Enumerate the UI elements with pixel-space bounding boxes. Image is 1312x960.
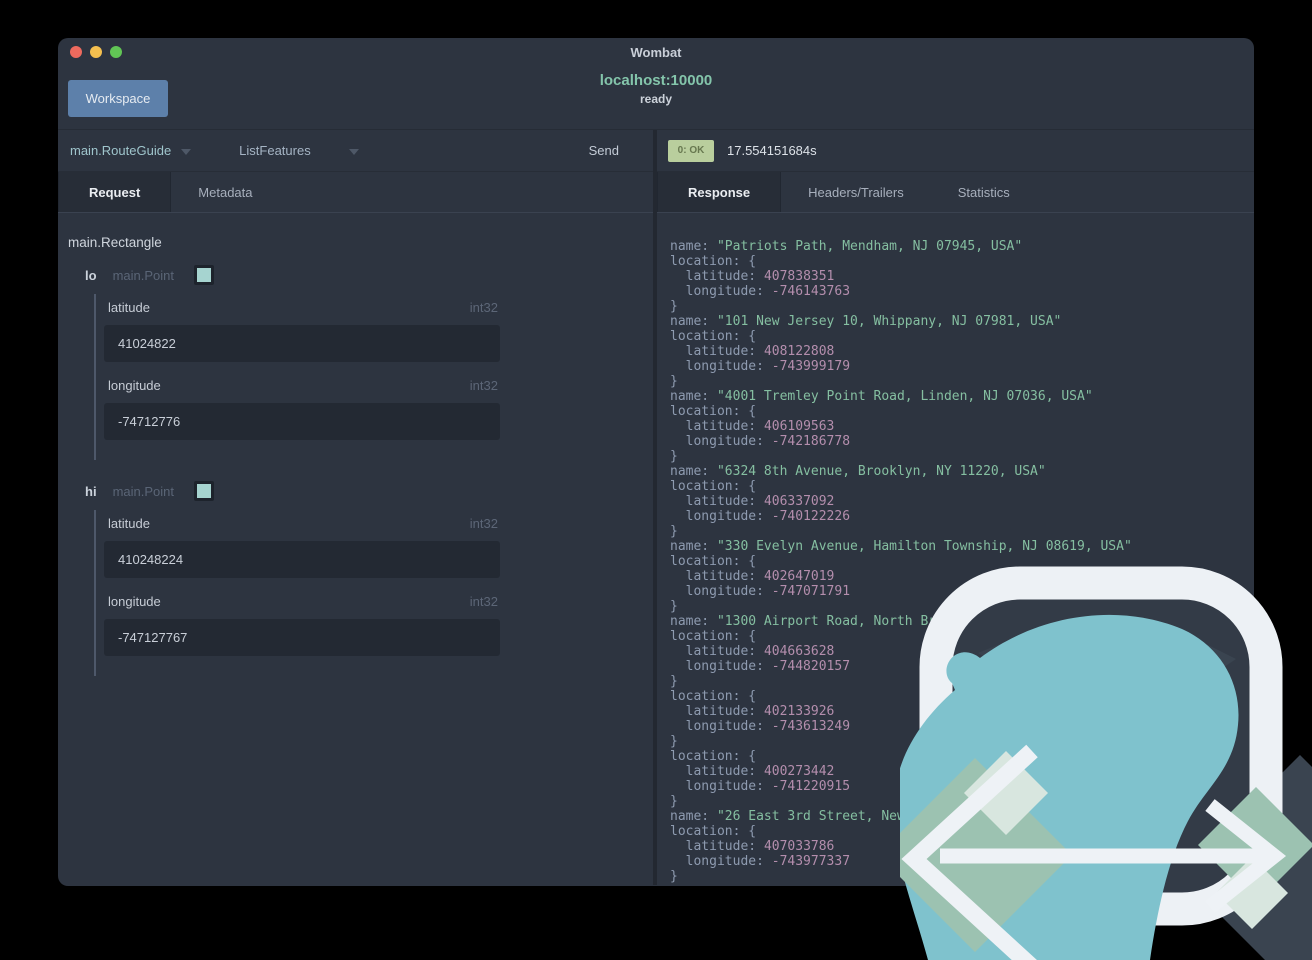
- header: Workspace localhost:10000 ready: [58, 66, 1254, 130]
- tab-headers-trailers[interactable]: Headers/Trailers: [781, 172, 931, 212]
- message-enabled-checkbox[interactable]: [193, 481, 214, 501]
- response-line: }: [670, 794, 678, 809]
- field-group-lo: lo main.Point latitude int32 41024822 lo…: [68, 264, 653, 460]
- field-label: latitude: [108, 516, 150, 531]
- response-line: name: "101 New Jersey 10, Whippany, NJ 0…: [670, 314, 1062, 329]
- field-scalar-type: int32: [469, 300, 498, 315]
- response-line: latitude: 402647019: [685, 569, 835, 584]
- field-label: longitude: [108, 594, 161, 609]
- field-scalar-type: int32: [469, 516, 498, 531]
- response-line: location: {: [670, 254, 757, 269]
- send-button[interactable]: Send: [589, 143, 619, 158]
- response-line: }: [670, 599, 678, 614]
- tab-request[interactable]: Request: [58, 172, 172, 212]
- response-line: location: {: [670, 629, 757, 644]
- response-line: location: {: [670, 329, 757, 344]
- response-line: longitude: -740122226: [685, 509, 851, 524]
- response-line: longitude: -744820157: [685, 659, 851, 674]
- response-duration: 17.554151684s: [727, 143, 817, 158]
- response-line: latitude: 407838351: [685, 269, 835, 284]
- response-line: name: "4001 Tremley Point Road, Linden, …: [670, 389, 1093, 404]
- response-line: latitude: 400273442: [685, 764, 835, 779]
- response-toolbar: 0: OK 17.554151684s: [657, 130, 1254, 172]
- response-line: longitude: -743613249: [685, 719, 851, 734]
- message-enabled-checkbox[interactable]: [193, 265, 214, 285]
- response-line: name: "1300 Airport Road, North Br: [670, 614, 937, 629]
- response-line: }: [670, 299, 678, 314]
- response-line: latitude: 404663628: [685, 644, 835, 659]
- response-line: location: {: [670, 404, 757, 419]
- chevron-down-icon: [348, 148, 359, 155]
- response-line: name: "26 East 3rd Street, New Pr: [670, 809, 929, 824]
- response-tabstrip: Response Headers/Trailers Statistics: [657, 172, 1254, 213]
- response-line: location: {: [670, 824, 757, 839]
- response-line: name: "6324 8th Avenue, Brooklyn, NY 112…: [670, 464, 1046, 479]
- tab-response[interactable]: Response: [657, 172, 782, 212]
- field-type: main.Point: [112, 483, 174, 499]
- latitude-input[interactable]: [104, 325, 500, 362]
- chevron-down-icon: [181, 148, 192, 155]
- latitude-input[interactable]: [104, 541, 500, 578]
- response-line: longitude: -743977337: [685, 854, 851, 869]
- request-form: main.Rectangle lo main.Point latitude in…: [58, 213, 653, 885]
- service-name: main.RouteGuide: [70, 143, 172, 158]
- method-name: ListFeatures: [239, 143, 311, 158]
- window-title: Wombat: [630, 45, 682, 60]
- response-line: }: [670, 374, 678, 389]
- field-label: longitude: [108, 378, 161, 393]
- field-name: hi: [85, 483, 97, 499]
- request-toolbar: main.RouteGuide ListFeatures Send: [58, 130, 653, 172]
- server-status: ready: [639, 92, 673, 106]
- response-line: latitude: 407033786: [685, 839, 835, 854]
- response-line: longitude: -742186778: [685, 434, 851, 449]
- desktop: Wombat Workspace localhost:10000 ready m…: [0, 0, 1312, 960]
- response-panel: 0: OK 17.554151684s Response Headers/Tra…: [657, 130, 1254, 885]
- response-line: longitude: -741220915: [685, 779, 851, 794]
- longitude-input[interactable]: [104, 403, 500, 440]
- response-line: name: "330 Evelyn Avenue, Hamilton Towns…: [670, 539, 1132, 554]
- response-line: longitude: -746143763: [685, 284, 851, 299]
- field-scalar-type: int32: [469, 594, 498, 609]
- response-line: location: {: [670, 554, 757, 569]
- field-label: latitude: [108, 300, 150, 315]
- request-tabstrip: Request Metadata: [58, 172, 653, 213]
- tab-statistics[interactable]: Statistics: [931, 172, 1037, 212]
- response-line: }: [670, 674, 678, 689]
- response-line: latitude: 406109563: [685, 419, 835, 434]
- response-line: }: [670, 524, 678, 539]
- longitude-input[interactable]: [104, 619, 500, 656]
- field-name: lo: [85, 267, 97, 283]
- response-line: latitude: 406337092: [685, 494, 835, 509]
- response-line: latitude: 402133926: [685, 704, 835, 719]
- titlebar: Wombat: [58, 38, 1254, 66]
- service-dropdown[interactable]: main.RouteGuide: [70, 143, 192, 158]
- field-type: main.Point: [112, 267, 174, 283]
- response-line: }: [670, 449, 678, 464]
- response-line: name: "Patriots Path, Mendham, NJ 07945,…: [670, 239, 1023, 254]
- status-badge: 0: OK: [668, 139, 714, 162]
- response-line: location: {: [670, 479, 757, 494]
- response-line: location: {: [670, 749, 757, 764]
- method-dropdown[interactable]: ListFeatures: [239, 143, 359, 158]
- response-line: }: [670, 869, 678, 884]
- response-body[interactable]: name: "Patriots Path, Mendham, NJ 07945,…: [657, 213, 1254, 885]
- response-line: longitude: -747071791: [685, 584, 851, 599]
- request-panel: main.RouteGuide ListFeatures Send Reques…: [58, 130, 653, 885]
- server-address: localhost:10000: [599, 72, 713, 89]
- response-line: }: [670, 734, 678, 749]
- response-line: latitude: 408122808: [685, 344, 835, 359]
- message-type-label: main.Rectangle: [68, 235, 162, 250]
- response-line: longitude: -743999179: [685, 359, 851, 374]
- tab-metadata[interactable]: Metadata: [171, 172, 279, 212]
- wombat-window: Wombat Workspace localhost:10000 ready m…: [58, 38, 1254, 886]
- field-group-hi: hi main.Point latitude int32 410248224 l…: [68, 480, 653, 676]
- response-line: location: {: [670, 689, 757, 704]
- field-scalar-type: int32: [469, 378, 498, 393]
